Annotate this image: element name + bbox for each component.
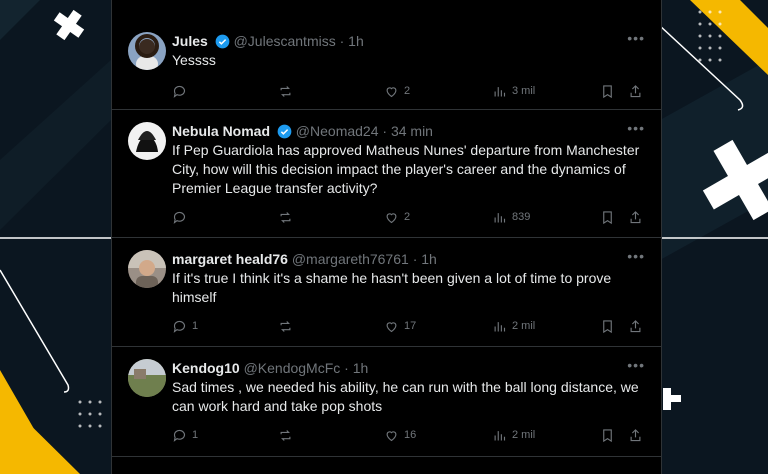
bookmark-icon xyxy=(603,84,612,98)
user-handle[interactable]: @margareth76761 xyxy=(292,251,409,267)
bookmark-button[interactable] xyxy=(600,425,615,445)
like-button[interactable]: 2 xyxy=(384,207,410,227)
views-icon xyxy=(494,212,506,222)
tweet-time[interactable]: · 1h xyxy=(340,33,364,49)
view-count: 2 mil xyxy=(512,320,536,332)
verified-badge-icon xyxy=(277,124,292,139)
more-options-icon[interactable]: ••• xyxy=(627,120,645,136)
tweet-header: Jules @Julescantmiss · 1h xyxy=(172,32,364,50)
views-button[interactable]: 839 xyxy=(492,207,530,227)
bookmark-button[interactable] xyxy=(600,316,615,336)
user-handle[interactable]: @Neomad24 xyxy=(296,123,379,139)
retweet-button[interactable] xyxy=(278,316,298,336)
view-count: 3 mil xyxy=(512,85,536,97)
tweet-item[interactable]: Kendog10 @KendogMcFc · 1h ••• Sad times … xyxy=(112,347,661,457)
tweet-text: Yessss xyxy=(172,52,216,68)
reply-icon xyxy=(173,85,186,98)
retweet-icon xyxy=(280,320,291,332)
retweet-button[interactable] xyxy=(278,81,298,101)
like-count: 2 xyxy=(404,211,411,223)
share-button[interactable] xyxy=(628,316,643,336)
display-name[interactable]: Nebula Nomad xyxy=(172,123,270,139)
more-options-icon[interactable]: ••• xyxy=(627,30,645,46)
tweet-actions: 1 17 2 mil xyxy=(172,316,646,336)
views-button[interactable]: 2 mil xyxy=(492,425,535,445)
bookmark-button[interactable] xyxy=(600,81,615,101)
bookmark-icon xyxy=(603,319,612,333)
views-button[interactable]: 2 mil xyxy=(492,316,535,336)
view-count: 2 mil xyxy=(512,429,536,441)
views-icon xyxy=(494,430,506,440)
retweet-icon xyxy=(280,429,291,441)
tweet-actions: 2 3 mil xyxy=(172,81,646,101)
reply-count: 1 xyxy=(192,320,199,332)
like-count: 2 xyxy=(404,85,411,97)
silhouette-avatar[interactable] xyxy=(128,122,166,160)
more-options-icon[interactable]: ••• xyxy=(627,248,645,264)
tweet-text: Sad times , we needed his ability, he ca… xyxy=(172,379,639,414)
like-button[interactable]: 2 xyxy=(384,81,410,101)
tweet-text: If Pep Guardiola has approved Matheus Nu… xyxy=(172,142,640,196)
landscape-avatar[interactable] xyxy=(128,359,166,397)
display-name[interactable]: Kendog10 xyxy=(172,360,240,376)
retweet-button[interactable] xyxy=(278,207,298,227)
like-count: 17 xyxy=(404,320,417,332)
bookmark-button[interactable] xyxy=(600,207,615,227)
reply-button[interactable]: 1 xyxy=(172,316,198,336)
reply-button[interactable] xyxy=(172,81,192,101)
tweet-item[interactable]: margaret heald76 @margareth76761 · 1h ••… xyxy=(112,238,661,347)
person-avatar[interactable] xyxy=(128,250,166,288)
reply-icon xyxy=(173,429,186,442)
tweet-timeline: Jules @Julescantmiss · 1h ••• Yessss 2 3… xyxy=(111,0,662,474)
user-handle[interactable]: @KendogMcFc xyxy=(244,360,341,376)
reply-icon xyxy=(173,320,186,333)
like-button[interactable]: 16 xyxy=(384,425,416,445)
share-button[interactable] xyxy=(628,81,643,101)
heart-icon xyxy=(386,212,397,223)
tweet-header: margaret heald76 @margareth76761 · 1h xyxy=(172,250,437,268)
retweet-button[interactable] xyxy=(278,425,298,445)
views-icon xyxy=(494,86,506,96)
heart-icon xyxy=(386,430,397,441)
tweet-time[interactable]: · 1h xyxy=(344,360,368,376)
share-icon xyxy=(630,428,641,441)
share-button[interactable] xyxy=(628,207,643,227)
retweet-icon xyxy=(280,211,291,223)
display-name[interactable]: margaret heald76 xyxy=(172,251,288,267)
tweet-actions: 1 16 2 mil xyxy=(172,425,646,445)
tweet-time[interactable]: · 1h xyxy=(413,251,437,267)
bookmark-icon xyxy=(603,428,612,442)
tweet-header: Nebula Nomad @Neomad24 · 34 min xyxy=(172,122,433,140)
bookmark-icon xyxy=(603,210,612,224)
heart-icon xyxy=(386,321,397,332)
share-icon xyxy=(630,210,641,223)
reply-count: 1 xyxy=(192,429,199,441)
tweet-header: Kendog10 @KendogMcFc · 1h xyxy=(172,359,368,377)
more-options-icon[interactable]: ••• xyxy=(627,357,645,373)
share-icon xyxy=(630,319,641,332)
tweet-item[interactable]: Jules @Julescantmiss · 1h ••• Yessss 2 3… xyxy=(112,20,661,110)
heart-icon xyxy=(386,86,397,97)
share-button[interactable] xyxy=(628,425,643,445)
tweet-time[interactable]: · 34 min xyxy=(382,123,433,139)
share-icon xyxy=(630,84,641,97)
person-avatar[interactable] xyxy=(128,32,166,70)
tweet-text: If it's true I think it's a shame he has… xyxy=(172,270,612,305)
tweet-actions: 2 839 xyxy=(172,207,646,227)
like-count: 16 xyxy=(404,429,417,441)
user-handle[interactable]: @Julescantmiss xyxy=(234,33,336,49)
like-button[interactable]: 17 xyxy=(384,316,416,336)
display-name[interactable]: Jules xyxy=(172,33,208,49)
reply-button[interactable] xyxy=(172,207,192,227)
verified-badge-icon xyxy=(215,34,230,49)
views-button[interactable]: 3 mil xyxy=(492,81,535,101)
tweet-item[interactable]: Nebula Nomad @Neomad24 · 34 min ••• If P… xyxy=(112,110,661,238)
reply-button[interactable]: 1 xyxy=(172,425,198,445)
views-icon xyxy=(494,321,506,331)
retweet-icon xyxy=(280,85,291,97)
view-count: 839 xyxy=(512,211,531,223)
reply-icon xyxy=(173,211,186,224)
plus-shape-top-left xyxy=(53,9,85,41)
